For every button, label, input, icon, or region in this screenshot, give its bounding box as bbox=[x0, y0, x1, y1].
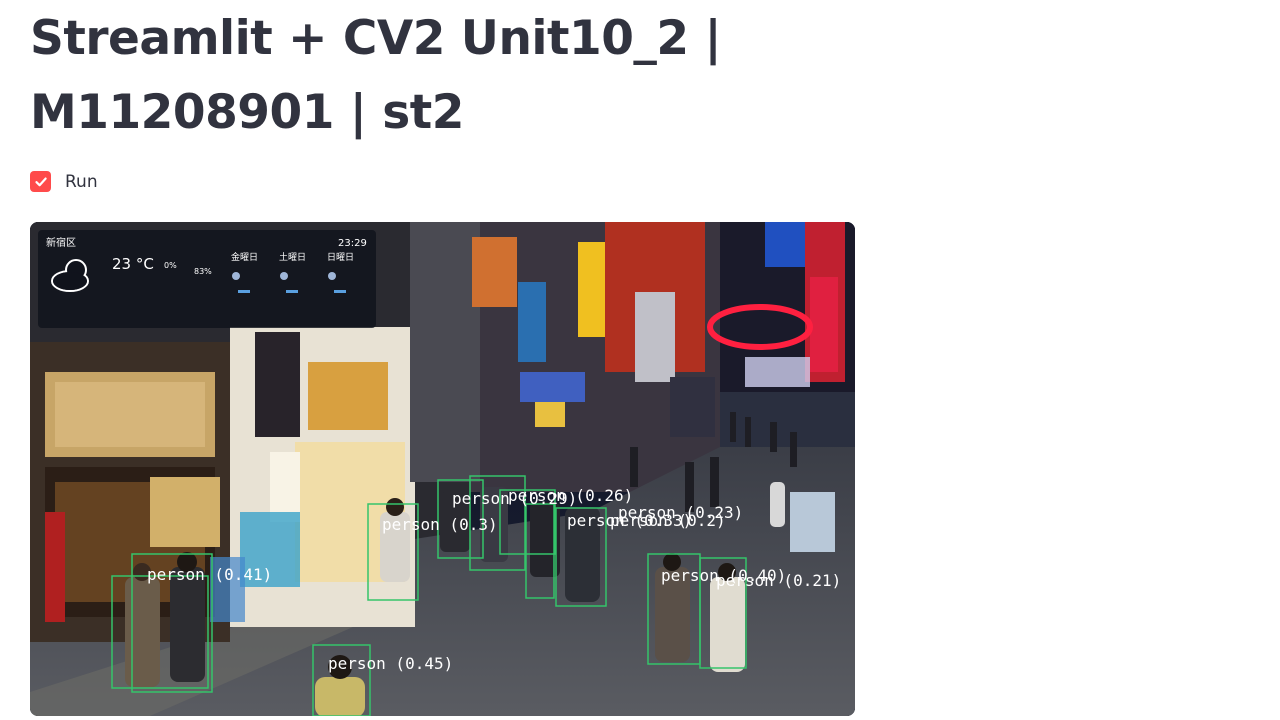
page-title-line1: Streamlit + CV2 Unit10_2 | bbox=[30, 11, 722, 66]
detection-label: person (0.26) bbox=[508, 486, 633, 505]
weather-humidity: 83% bbox=[194, 267, 212, 276]
run-checkbox-row[interactable]: Run bbox=[30, 171, 98, 192]
page-title-line2: M11208901 | st2 bbox=[30, 85, 464, 140]
sun-icon bbox=[328, 272, 336, 280]
sun-icon bbox=[232, 272, 240, 280]
detection-label: person (0.45) bbox=[328, 654, 453, 673]
weather-temperature: 23 °C bbox=[112, 255, 154, 273]
video-frame: 新宿区 23:29 23 °C 0% 83% 金曜日 土曜日 日曜日 perso… bbox=[30, 222, 855, 716]
run-checkbox-label: Run bbox=[65, 171, 98, 192]
checkmark-icon bbox=[34, 177, 47, 186]
forecast-day-3: 日曜日 bbox=[327, 252, 354, 263]
weather-overlay: 新宿区 23:29 23 °C 0% 83% 金曜日 土曜日 日曜日 bbox=[38, 230, 376, 328]
weather-location: 新宿区 bbox=[46, 236, 76, 249]
run-checkbox[interactable] bbox=[30, 171, 51, 192]
page-title: Streamlit + CV2 Unit10_2 | M11208901 | s… bbox=[30, 2, 770, 150]
detection-label: person (0.2) bbox=[610, 511, 726, 530]
video-frame-image: 新宿区 23:29 23 °C 0% 83% 金曜日 土曜日 日曜日 perso… bbox=[30, 222, 855, 716]
detection-label: person (0.41) bbox=[147, 565, 272, 584]
detection-label: person (0.21) bbox=[716, 571, 841, 590]
weather-time: 23:29 bbox=[338, 238, 367, 249]
forecast-day-1: 金曜日 bbox=[231, 251, 258, 263]
forecast-day-2: 土曜日 bbox=[279, 251, 306, 263]
sun-icon bbox=[280, 272, 288, 280]
detection-label: person (0.3) bbox=[382, 515, 498, 534]
weather-precip: 0% bbox=[164, 261, 177, 270]
